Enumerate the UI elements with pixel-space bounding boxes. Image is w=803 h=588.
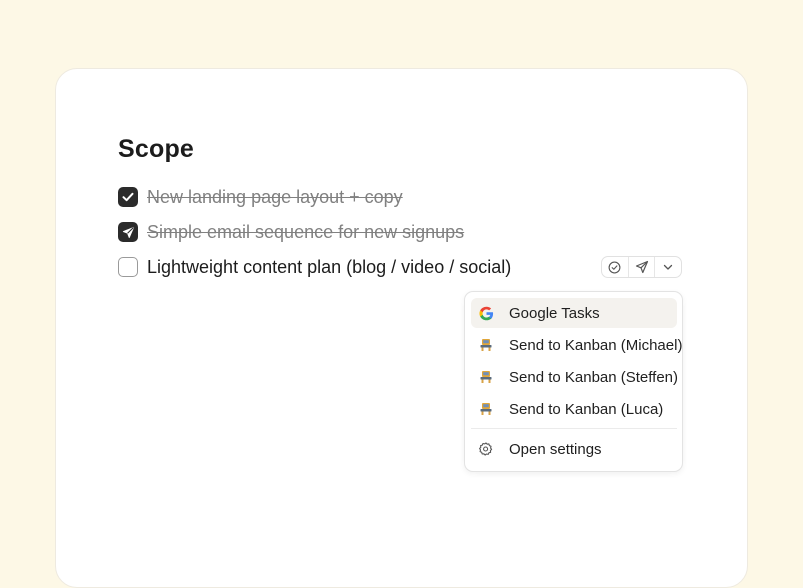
menu-item-label: Google Tasks [509, 304, 600, 322]
task-checkbox[interactable] [118, 257, 138, 277]
gear-icon [478, 441, 494, 457]
menu-item-open-settings[interactable]: Open settings [471, 434, 677, 464]
more-options-button[interactable] [655, 257, 681, 277]
send-to-menu: Google Tasks Send to Kanban (Michael) Se… [464, 291, 683, 472]
menu-item-label: Send to Kanban (Luca) [509, 400, 664, 418]
task-checkbox-sent[interactable] [118, 222, 138, 242]
kanban-icon [478, 369, 494, 385]
complete-task-button[interactable] [602, 257, 629, 277]
check-icon [122, 192, 134, 202]
chevron-down-icon [664, 264, 673, 270]
check-circle-icon [608, 261, 621, 273]
send-task-button[interactable] [629, 257, 656, 277]
menu-item-label: Open settings [509, 440, 602, 458]
google-icon [478, 305, 494, 321]
page-title: Scope [118, 135, 195, 163]
task-label[interactable]: New landing page layout + copy [147, 187, 403, 208]
menu-item-label: Send to Kanban (Steffen) [509, 368, 679, 386]
menu-item-label: Send to Kanban (Michael) [509, 336, 683, 354]
task-item: Simple email sequence for new signups [118, 220, 464, 244]
menu-item-kanban-luca[interactable]: Send to Kanban (Luca) [471, 394, 677, 424]
task-action-toolbar [601, 256, 682, 278]
kanban-icon [478, 401, 494, 417]
send-icon [122, 226, 134, 238]
task-item: New landing page layout + copy [118, 185, 403, 209]
menu-divider [471, 428, 677, 429]
scope-card: Scope New landing page layout + copy Sim… [55, 68, 748, 588]
send-icon [635, 260, 648, 274]
menu-item-kanban-michael[interactable]: Send to Kanban (Michael) [471, 330, 682, 360]
kanban-icon [478, 337, 494, 353]
task-label[interactable]: Simple email sequence for new signups [147, 222, 464, 243]
menu-item-kanban-steffen[interactable]: Send to Kanban (Steffen) [471, 362, 679, 392]
task-item: Lightweight content plan (blog / video /… [118, 255, 511, 279]
task-label[interactable]: Lightweight content plan (blog / video /… [147, 257, 511, 278]
task-checkbox-checked[interactable] [118, 187, 138, 207]
menu-item-google-tasks[interactable]: Google Tasks [471, 298, 677, 328]
